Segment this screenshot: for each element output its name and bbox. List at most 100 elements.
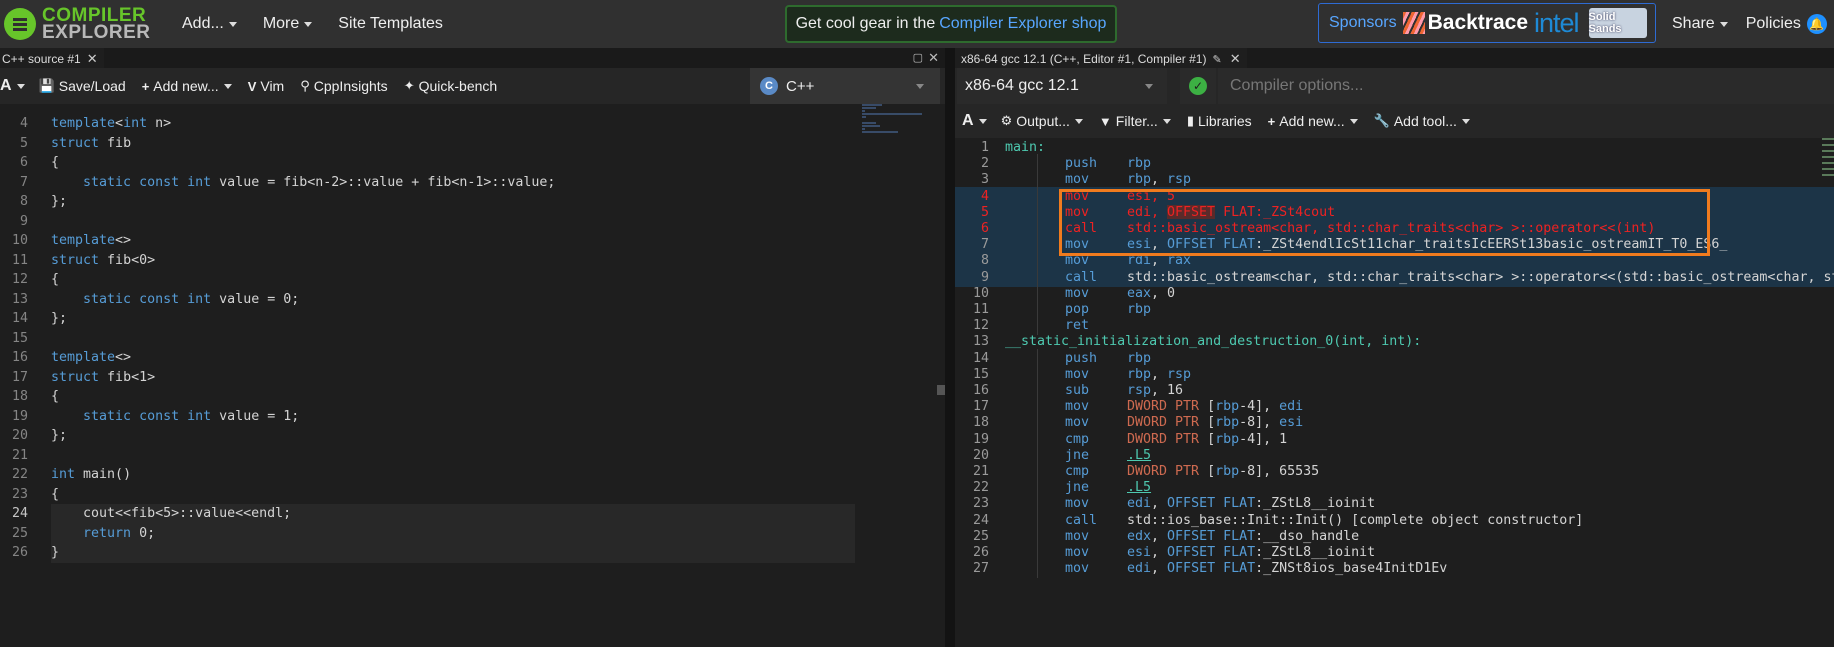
share-menu[interactable]: Share	[1672, 15, 1728, 33]
source-line[interactable]: 7 static const int value = fib<n-2>::val…	[0, 173, 855, 192]
site-templates-link[interactable]: Site Templates	[338, 15, 443, 33]
line-number: 11	[11, 252, 28, 268]
sponsor-intel[interactable]: intel	[1534, 8, 1580, 39]
pane-splitter[interactable]	[945, 48, 955, 647]
source-editor[interactable]: 4 template<int n> 5 struct fib 6{7 static co…	[0, 104, 945, 647]
tab-compiler[interactable]: x86-64 gcc 12.1 (C++, Editor #1, Compile…	[955, 48, 1247, 70]
line-number: 19	[11, 408, 28, 424]
line-number: 21	[11, 447, 28, 463]
source-line[interactable]: 20};	[0, 426, 855, 445]
language-select[interactable]: C C++	[750, 68, 940, 104]
source-code: {	[51, 389, 60, 404]
cpp-icon: C	[760, 77, 778, 95]
line-number: 10	[11, 233, 28, 248]
caret-down-icon	[978, 118, 987, 124]
sponsors-label[interactable]: Sponsors	[1329, 14, 1397, 32]
line-number: 8	[19, 194, 28, 209]
compiler-tabbar: x86-64 gcc 12.1 (C++, Editor #1, Compile…	[955, 48, 1834, 70]
source-line[interactable]: 13 static const int value = 0;	[0, 290, 855, 309]
quickbench-button[interactable]: ✦ Quick-bench	[404, 78, 498, 94]
source-line[interactable]: 15	[0, 329, 855, 348]
add-menu[interactable]: Add...	[182, 15, 237, 33]
source-line[interactable]: 9	[0, 212, 855, 231]
close-pane-icon[interactable]: ✕	[928, 50, 939, 66]
close-icon[interactable]: ✕	[1230, 51, 1241, 67]
editor-scrollbar[interactable]	[937, 385, 945, 395]
editor-minimap[interactable]	[862, 104, 937, 164]
more-menu[interactable]: More	[263, 15, 313, 33]
line-number: 24	[11, 506, 28, 521]
filter-button[interactable]: ▼ Filter...	[1099, 113, 1171, 129]
libraries-button[interactable]: ▮ Libraries	[1187, 113, 1252, 129]
asm-line-number: 27	[972, 561, 989, 577]
compiler-options-input[interactable]: Compiler options...	[1218, 68, 1834, 104]
source-line[interactable]: 25 return 0;	[0, 524, 855, 543]
source-code: };	[51, 194, 68, 209]
source-code: template<int n>	[51, 116, 172, 131]
line-number: 6	[19, 155, 28, 170]
compiler-select[interactable]: x86-64 gcc 12.1	[957, 68, 1167, 104]
maximize-icon[interactable]: ▢	[913, 51, 923, 64]
source-line[interactable]: 19 static const int value = 1;	[0, 407, 855, 426]
line-number: 13	[11, 291, 28, 307]
sponsor-backtrace[interactable]: Backtrace	[1402, 11, 1528, 35]
save-load-button[interactable]: 💾 Save/Load	[39, 78, 126, 94]
source-code: struct fib<1>	[51, 369, 156, 385]
source-line[interactable]: 6{	[0, 153, 855, 172]
source-line[interactable]: 4 template<int n>	[0, 114, 855, 133]
source-line[interactable]: 5 struct fib	[0, 134, 855, 153]
caret-down-icon	[1074, 118, 1083, 124]
source-line[interactable]: 12 {	[0, 270, 855, 289]
sponsor-solid-sands[interactable]: Solid Sands	[1588, 8, 1647, 38]
output-button[interactable]: ⚙ Output...	[1001, 113, 1083, 129]
font-scale-button[interactable]: A	[962, 112, 987, 130]
compiler-explorer-logo[interactable]: COMPILER EXPLORER	[0, 0, 170, 48]
cppinsights-button[interactable]: ⚲ CppInsights	[300, 78, 387, 94]
source-code: struct fib<0>	[51, 252, 156, 268]
line-number: 22	[11, 467, 28, 482]
source-tabbar: C++ source #1 ✕ ▢ ✕	[0, 48, 945, 70]
caret-down-icon	[223, 83, 232, 89]
source-line[interactable]: 23 {	[0, 485, 855, 504]
source-line[interactable]: 24 cout<<fib<5>::value<<endl;	[0, 504, 855, 523]
line-number: 23	[11, 486, 28, 502]
source-line[interactable]: 14};	[0, 309, 855, 328]
add-tool-button[interactable]: 🔧 Add tool...	[1374, 113, 1470, 129]
shop-banner[interactable]: Get cool gear in the Compiler Explorer s…	[785, 5, 1117, 43]
source-line[interactable]: 17 struct fib<1>	[0, 368, 855, 387]
source-line[interactable]: 8};	[0, 192, 855, 211]
compile-status-button[interactable]: ✓	[1180, 68, 1216, 104]
close-icon[interactable]: ✕	[87, 51, 98, 67]
gear-icon: ⚙	[1000, 113, 1013, 128]
source-code: template<>	[51, 350, 132, 365]
source-line[interactable]: 21	[0, 446, 855, 465]
source-line[interactable]: 10 template<>	[0, 231, 855, 250]
source-line[interactable]: 18 {	[0, 387, 855, 406]
assembly-minimap[interactable]	[1822, 138, 1834, 198]
caret-down-icon	[228, 21, 237, 27]
plus-icon: +	[141, 78, 150, 94]
caret-down-icon	[304, 21, 313, 27]
asm-line[interactable]: 27 mov edi, OFFSET FLAT:_ZNSt8ios_base4Ini…	[955, 559, 1834, 579]
source-line[interactable]: 22 int main()	[0, 465, 855, 484]
add-new-button[interactable]: + Add new...	[142, 78, 232, 94]
shop-link[interactable]: Compiler Explorer shop	[939, 15, 1106, 33]
vim-button[interactable]: V Vim	[248, 78, 285, 94]
annotation-box	[1059, 189, 1710, 256]
edit-icon[interactable]: ✎	[1212, 53, 1221, 66]
add-new-button[interactable]: + Add new...	[1268, 113, 1358, 129]
font-scale-button[interactable]: A	[0, 77, 25, 95]
policies-menu[interactable]: Policies 🔔	[1746, 14, 1827, 34]
caret-down-icon	[1719, 21, 1728, 27]
tab-source[interactable]: C++ source #1 ✕	[0, 48, 104, 70]
line-number: 12	[11, 272, 28, 287]
source-line[interactable]: 11 struct fib<0>	[0, 251, 855, 270]
source-line[interactable]: 16 template<>	[0, 348, 855, 367]
caret-down-icon	[916, 84, 924, 89]
bell-icon: 🔔	[1806, 14, 1827, 34]
top-navbar: COMPILER EXPLORER Add... More Site Templ…	[0, 0, 1834, 48]
source-line[interactable]: 26}	[0, 543, 855, 562]
source-code: template<>	[51, 233, 132, 248]
line-number: 18	[11, 389, 28, 404]
caret-down-icon	[1162, 118, 1171, 124]
